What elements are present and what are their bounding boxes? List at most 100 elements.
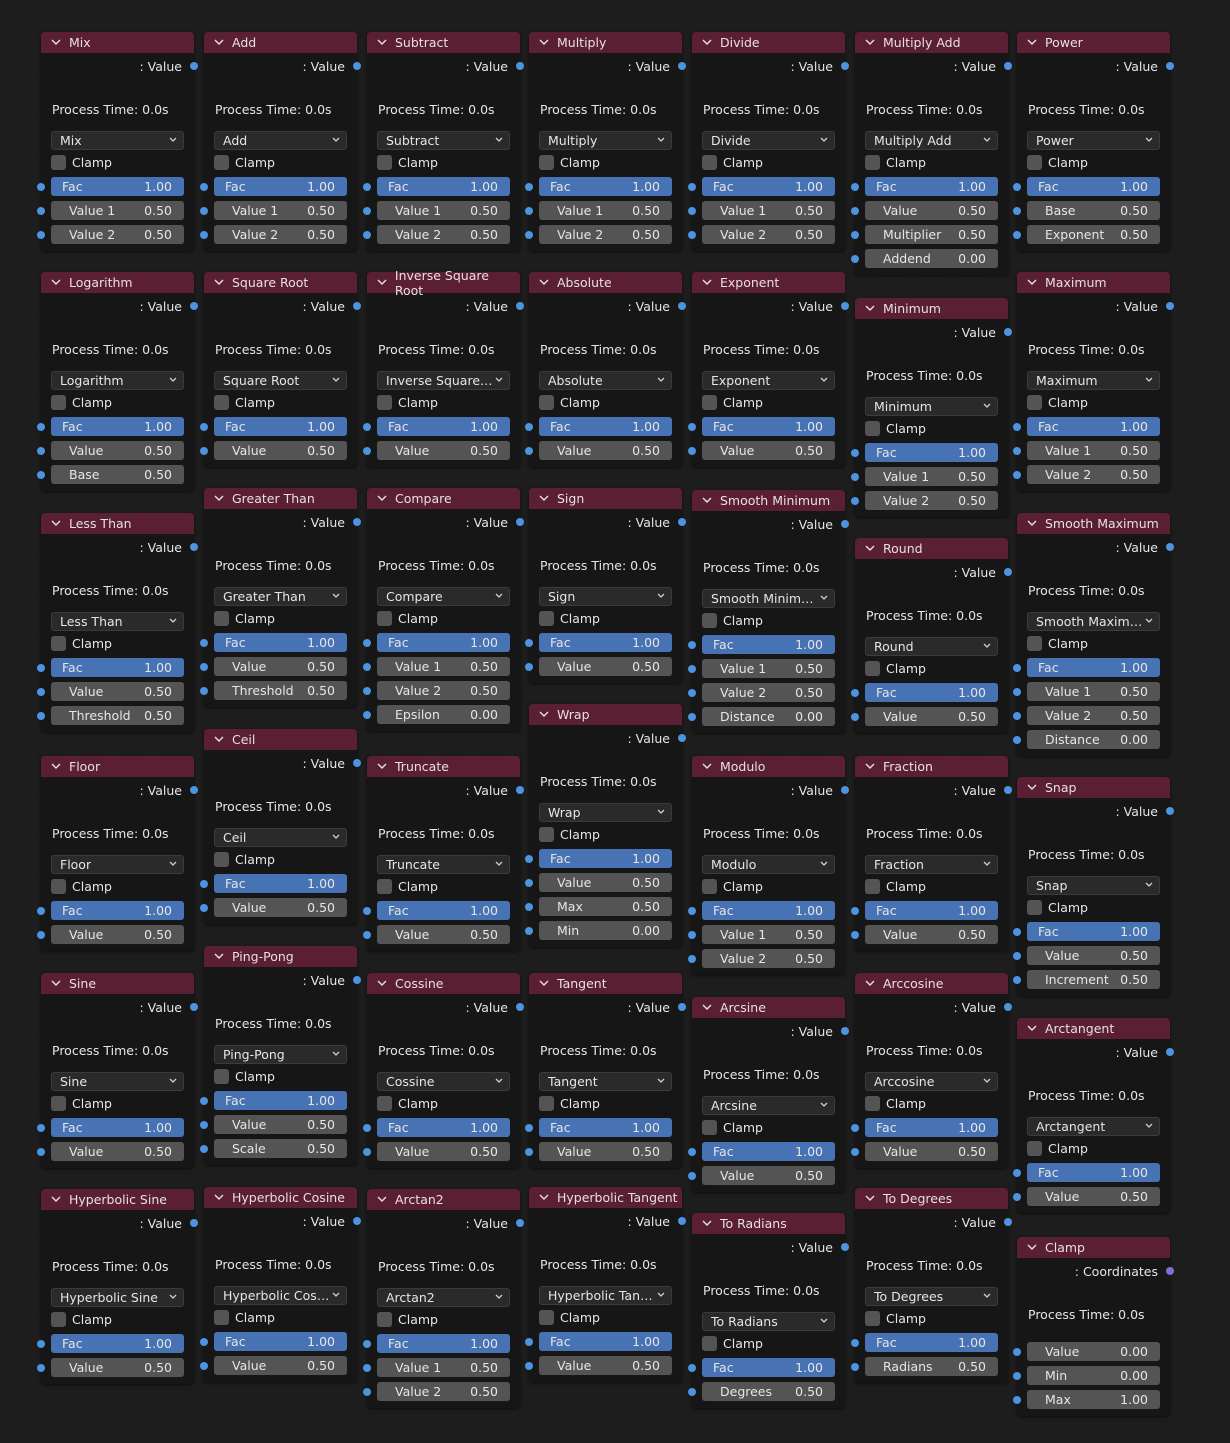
chevron-down-icon[interactable] (539, 711, 551, 718)
input-socket[interactable] (525, 903, 533, 911)
input-socket[interactable] (200, 183, 208, 191)
clamp-checkbox-row[interactable]: Clamp (41, 1091, 194, 1116)
node-exponent[interactable]: Exponent: Value Process Time: 0.0s Exponen… (688, 272, 849, 467)
chevron-down-icon[interactable] (214, 736, 226, 743)
output-socket[interactable] (678, 518, 686, 526)
value-field[interactable]: Value 0.50 (865, 707, 998, 726)
output-socket[interactable] (1004, 568, 1012, 576)
input-socket[interactable] (851, 931, 859, 939)
chevron-down-icon[interactable] (865, 763, 877, 770)
operation-dropdown[interactable]: Multiply Add (865, 131, 998, 150)
operation-dropdown[interactable]: Smooth Minimum (702, 589, 835, 608)
input-socket[interactable] (363, 1340, 371, 1348)
node-minimum[interactable]: Minimum: Value Process Time: 0.0s Minimum C… (851, 298, 1012, 517)
input-socket[interactable] (363, 639, 371, 647)
input-socket[interactable] (37, 423, 45, 431)
value-field[interactable]: Value 1 0.50 (702, 201, 835, 220)
node-mix[interactable]: Mix: Value Process Time: 0.0s Mix Clamp Fac 1… (37, 32, 198, 251)
chevron-down-icon[interactable] (702, 279, 714, 286)
node-multiply[interactable]: Multiply: Value Process Time: 0.0s Multipl… (525, 32, 686, 251)
input-socket[interactable] (1013, 231, 1021, 239)
chevron-down-icon[interactable] (377, 495, 389, 502)
output-socket[interactable] (1166, 1048, 1174, 1056)
clamp-checkbox[interactable] (51, 636, 66, 651)
value-field[interactable]: Min 0.00 (539, 921, 672, 940)
fac-slider[interactable]: Fac 1.00 (702, 1142, 835, 1161)
input-socket[interactable] (851, 231, 859, 239)
chevron-down-icon[interactable] (702, 1004, 714, 1011)
clamp-checkbox[interactable] (865, 1311, 880, 1326)
node-power[interactable]: Power: Value Process Time: 0.0s Power Clamp… (1013, 32, 1174, 251)
operation-dropdown[interactable]: To Degrees (865, 1287, 998, 1306)
operation-dropdown[interactable]: Sine (51, 1072, 184, 1091)
input-socket[interactable] (525, 231, 533, 239)
fac-slider[interactable]: Fac 1.00 (865, 683, 998, 702)
clamp-checkbox-row[interactable]: Clamp (41, 874, 194, 899)
node-header[interactable]: Hyperbolic Tangent (529, 1187, 682, 1208)
output-socket[interactable] (841, 786, 849, 794)
node-header[interactable]: Inverse Square Root (367, 268, 520, 298)
chevron-down-icon[interactable] (214, 39, 226, 46)
input-socket[interactable] (1013, 952, 1021, 960)
operation-dropdown[interactable]: Ping-Pong (214, 1045, 347, 1064)
chevron-down-icon[interactable] (1027, 520, 1039, 527)
value-field[interactable]: Threshold 0.50 (214, 681, 347, 700)
output-socket[interactable] (190, 302, 198, 310)
clamp-checkbox-row[interactable]: Clamp (1017, 150, 1170, 175)
node-fraction[interactable]: Fraction: Value Process Time: 0.0s Fractio… (851, 756, 1012, 951)
input-socket[interactable] (200, 687, 208, 695)
value-field[interactable]: Value 0.50 (214, 657, 347, 676)
output-socket[interactable] (516, 518, 524, 526)
value-field[interactable]: Value 2 0.50 (702, 683, 835, 702)
chevron-down-icon[interactable] (51, 980, 63, 987)
clamp-checkbox[interactable] (1027, 155, 1042, 170)
output-socket[interactable] (841, 302, 849, 310)
value-field[interactable]: Value 0.50 (214, 898, 347, 917)
value-field[interactable]: Value 0.50 (377, 441, 510, 460)
operation-dropdown[interactable]: Logarithm (51, 371, 184, 390)
value-field[interactable]: Base 0.50 (1027, 201, 1160, 220)
fac-slider[interactable]: Fac 1.00 (1027, 658, 1160, 677)
node-header[interactable]: Arcsine (692, 997, 845, 1018)
chevron-down-icon[interactable] (214, 495, 226, 502)
fac-slider[interactable]: Fac 1.00 (702, 901, 835, 920)
input-socket[interactable] (688, 713, 696, 721)
value-field[interactable]: Value 1 0.50 (377, 201, 510, 220)
clamp-checkbox[interactable] (214, 395, 229, 410)
clamp-checkbox-row[interactable]: Clamp (529, 606, 682, 631)
clamp-checkbox-row[interactable]: Clamp (367, 1307, 520, 1332)
fac-slider[interactable]: Fac 1.00 (865, 443, 998, 462)
input-socket[interactable] (37, 712, 45, 720)
node-square-root[interactable]: Square Root: Value Process Time: 0.0s Squa… (200, 272, 361, 467)
input-socket[interactable] (200, 1121, 208, 1129)
input-socket[interactable] (688, 423, 696, 431)
value-field[interactable]: Value 2 0.50 (377, 1382, 510, 1401)
node-to-radians[interactable]: To Radians: Value Process Time: 0.0s To Ra… (688, 1213, 849, 1408)
input-socket[interactable] (363, 183, 371, 191)
node-smooth-maximum[interactable]: Smooth Maximum: Value Process Time: 0.0s S… (1013, 513, 1174, 756)
input-socket[interactable] (525, 207, 533, 215)
fac-slider[interactable]: Fac 1.00 (51, 177, 184, 196)
node-header[interactable]: Round (855, 538, 1008, 559)
chevron-down-icon[interactable] (539, 495, 551, 502)
input-socket[interactable] (688, 207, 696, 215)
operation-dropdown[interactable]: Hyperbolic Sine (51, 1288, 184, 1307)
input-socket[interactable] (688, 1388, 696, 1396)
value-field[interactable]: Value 1 0.50 (1027, 441, 1160, 460)
input-socket[interactable] (37, 1124, 45, 1132)
input-socket[interactable] (1013, 712, 1021, 720)
output-socket[interactable] (841, 1243, 849, 1251)
clamp-checkbox-row[interactable]: Clamp (1017, 631, 1170, 656)
operation-dropdown[interactable]: Inverse Square R... (377, 371, 510, 390)
node-header[interactable]: Sine (41, 973, 194, 994)
chevron-down-icon[interactable] (51, 520, 63, 527)
input-socket[interactable] (363, 231, 371, 239)
chevron-down-icon[interactable] (865, 305, 877, 312)
value-field[interactable]: Distance 0.00 (1027, 730, 1160, 749)
input-socket[interactable] (37, 1364, 45, 1372)
input-socket[interactable] (363, 1124, 371, 1132)
value-field[interactable]: Addend 0.00 (865, 249, 998, 268)
node-hyperbolic-cosine[interactable]: Hyperbolic Cosine: Value Process Time: 0.… (200, 1187, 361, 1382)
clamp-checkbox[interactable] (51, 1096, 66, 1111)
node-sine[interactable]: Sine: Value Process Time: 0.0s Sine Clamp Fa… (37, 973, 198, 1168)
